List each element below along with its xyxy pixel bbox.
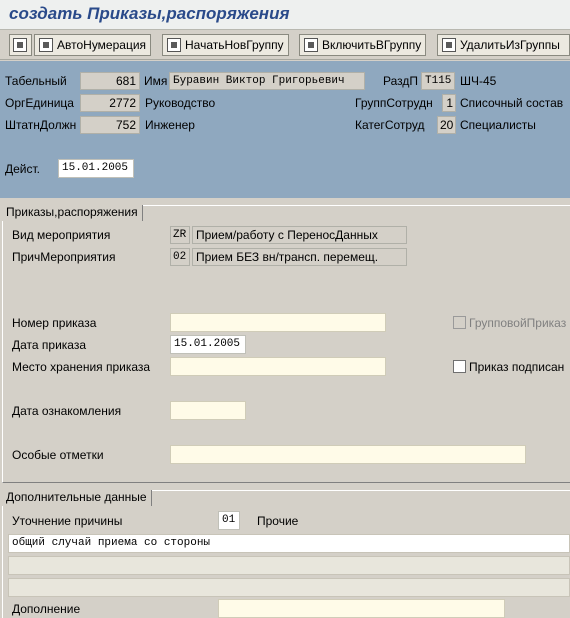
org-unit-text: Руководство [145, 96, 216, 110]
razdp-label: РаздП [383, 74, 419, 88]
auto-number-button[interactable]: АвтоНумерация [34, 34, 152, 56]
order-date-input[interactable]: 15.01.2005 [170, 335, 246, 354]
group-order-checkbox[interactable] [453, 316, 466, 329]
event-reason-text-field: Прием БЕЗ вн/трансп. перемещ. [192, 248, 407, 266]
effective-date-label: Дейст. [5, 162, 41, 176]
employee-group-code-field: 1 [442, 94, 456, 112]
order-signed-checkbox[interactable] [453, 360, 466, 373]
auto-number-label: АвтоНумерация [57, 38, 147, 52]
reason-detail-text: Прочие [257, 514, 299, 528]
reason-detail-label: Уточнение причины [12, 514, 123, 528]
auto-number-icon [39, 38, 53, 52]
new-group-button[interactable]: НачатьНовГруппу [162, 34, 289, 56]
acquaintance-date-input[interactable] [170, 401, 246, 420]
order-signed-label: Приказ подписан [469, 360, 565, 374]
new-group-icon [167, 38, 181, 52]
event-reason-label: ПричМероприятия [12, 250, 116, 264]
text-line-3[interactable] [8, 578, 570, 597]
tabel-label: Табельный [5, 74, 67, 88]
text-line-2[interactable] [8, 556, 570, 575]
event-type-label: Вид мероприятия [12, 228, 111, 242]
event-reason-code-field: 02 [170, 248, 190, 266]
acquaintance-date-label: Дата ознакомления [12, 404, 122, 418]
special-notes-label: Особые отметки [12, 448, 104, 462]
employee-category-label: КатегСотруд [355, 118, 425, 132]
remove-from-group-button[interactable]: УдалитьИзГруппы [437, 34, 570, 56]
group-order-label: ГрупповойПриказ [469, 316, 567, 330]
effective-date-input[interactable]: 15.01.2005 [58, 159, 134, 178]
employee-group-text: Списочный состав [460, 96, 564, 110]
add-to-group-icon [304, 38, 318, 52]
position-text: Инженер [145, 118, 195, 132]
employee-category-code-field: 20 [437, 116, 456, 134]
tabel-number-field: 681 [80, 72, 140, 90]
org-unit-label: ОргЕдиница [5, 96, 74, 110]
reason-detail-code-input[interactable]: 01 [218, 511, 240, 530]
event-type-text-field: Прием/работу с ПереносДанных [192, 226, 407, 244]
text-line-1[interactable]: общий случай приема со стороны [8, 534, 570, 553]
razdp-code-field: T115 [421, 72, 455, 90]
order-storage-label: Место хранения приказа [12, 360, 151, 374]
org-unit-code-field: 2772 [80, 94, 140, 112]
position-code-field: 752 [80, 116, 140, 134]
add-to-group-button[interactable]: ВключитьВГруппу [299, 34, 427, 56]
edit-icon [13, 38, 27, 52]
remove-from-group-icon [442, 38, 456, 52]
name-label: Имя [144, 74, 168, 88]
supplement-label: Дополнение [12, 602, 81, 616]
order-number-label: Номер приказа [12, 316, 97, 330]
position-label: ШтатнДолжн [5, 118, 77, 132]
order-storage-input[interactable] [170, 357, 386, 376]
order-number-input[interactable] [170, 313, 386, 332]
employee-name-field: Буравин Виктор Григорьевич [169, 72, 365, 90]
additional-data-section-title: Дополнительные данные [2, 490, 152, 506]
employee-group-label: ГруппСотрудн [355, 96, 433, 110]
orders-section-title: Приказы,распоряжения [2, 205, 143, 221]
order-date-label: Дата приказа [12, 338, 87, 352]
window-title: создать Приказы,распоряжения [9, 4, 290, 23]
special-notes-input[interactable] [170, 445, 526, 464]
edit-button[interactable] [9, 34, 32, 56]
event-type-code-field: ZR [170, 226, 190, 244]
employee-category-text: Специалисты [460, 118, 536, 132]
remove-from-group-label: УдалитьИзГруппы [460, 38, 560, 52]
razdp-text: ШЧ-45 [460, 74, 497, 88]
new-group-label: НачатьНовГруппу [185, 38, 284, 52]
orders-group-box [2, 205, 570, 483]
add-to-group-label: ВключитьВГруппу [322, 38, 422, 52]
supplement-input[interactable] [218, 599, 505, 618]
